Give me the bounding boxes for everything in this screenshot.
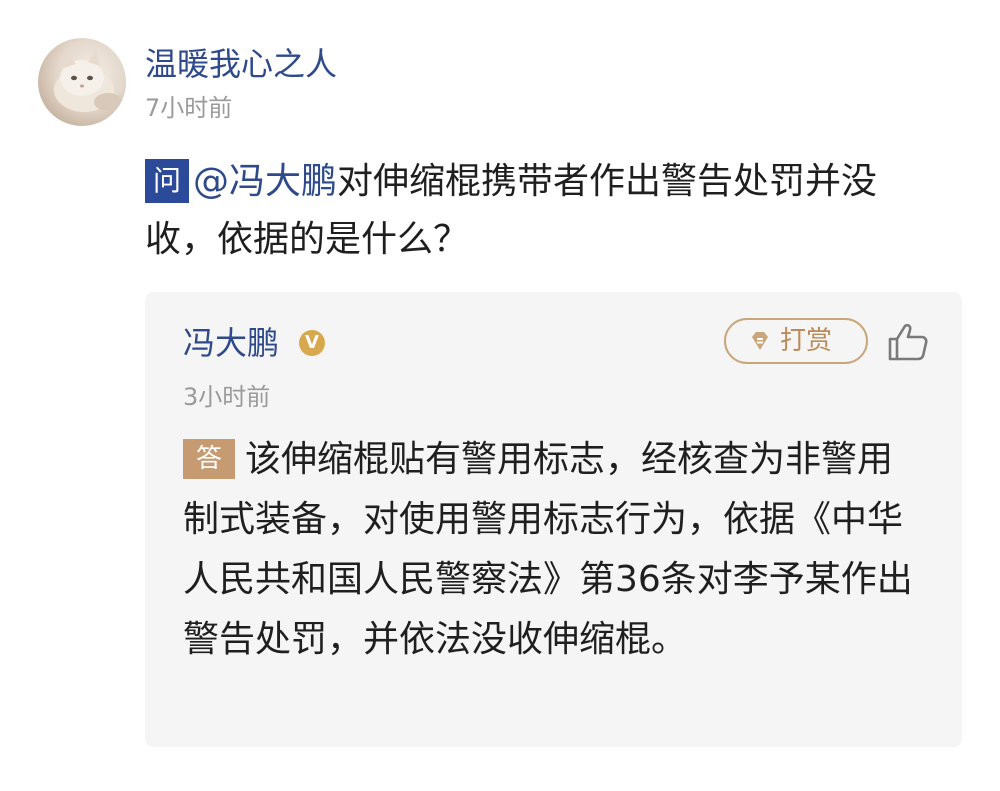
answer-timestamp: 3小时前 [183,383,271,411]
avatar[interactable] [38,38,126,126]
answer-card: 冯大鹏 V 打赏 3小时前 答该伸缩棍贴有警用标志，经核查为非警用制式装备，对使… [145,292,962,747]
tip-button[interactable]: 打赏 [724,318,868,364]
cat-avatar-image [54,50,122,112]
tip-button-label: 打赏 [780,326,833,356]
answer-text: 答该伸缩棍贴有警用标志，经核查为非警用制式装备，对使用警用标志行为，依据《中华人… [183,430,928,670]
answer-badge: 答 [183,439,235,479]
answer-body: 该伸缩棍贴有警用标志，经核查为非警用制式装备，对使用警用标志行为，依据《中华人民… [183,439,913,660]
verified-v-icon: V [299,330,325,356]
answerer-name[interactable]: 冯大鹏 [183,322,279,364]
question-text: 问 @冯大鹏对伸缩棍携带者作出警告处罚并没收，依据的是什么？ [145,153,945,269]
question-timestamp: 7小时前 [145,94,233,122]
question-badge: 问 [145,159,189,203]
gem-icon [752,332,768,350]
thumbs-up-icon[interactable] [887,322,929,362]
mention-link[interactable]: @冯大鹏 [193,161,337,202]
asker-name[interactable]: 温暖我心之人 [145,44,337,84]
